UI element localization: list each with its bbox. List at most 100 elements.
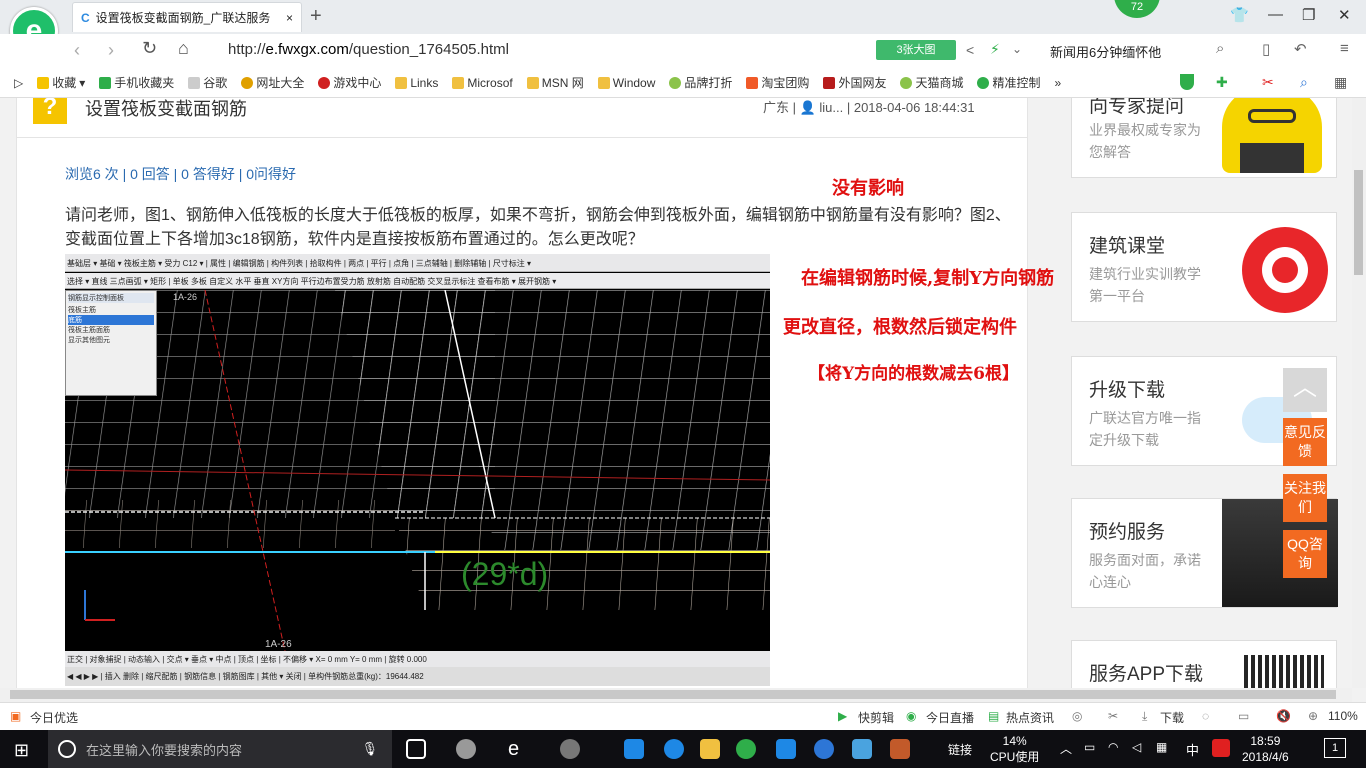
bookmark-item[interactable]: 外国网友 — [823, 74, 886, 91]
ie-icon[interactable]: e — [508, 739, 528, 759]
live-icon: ◉ — [906, 709, 917, 723]
status-item[interactable]: 下载 — [1160, 709, 1184, 726]
back-to-top-button[interactable]: ︿ — [1283, 368, 1327, 412]
bookmark-item[interactable]: 网址大全 — [241, 74, 304, 91]
embedded-display-panel: 钢筋显示控制面板 筏板主筋 底筋 筏板主筋面筋 显示其他图元 — [65, 290, 157, 396]
pdf-app-icon[interactable] — [890, 739, 910, 759]
follow-us-button[interactable]: 关注我们 — [1283, 474, 1327, 522]
task-view-icon[interactable] — [406, 739, 426, 759]
action-center-icon[interactable]: 1 — [1324, 738, 1346, 758]
page-viewport: ? 设置筏板变截面钢筋 广东 | 👤 liu... | 2018-04-06 1… — [0, 98, 1352, 688]
bookmark-item[interactable]: 谷歌 — [188, 74, 227, 91]
answer-line-3: 更改直径，根数然后锁定构件 — [783, 317, 1017, 338]
today-picks-link[interactable]: 今日优选 — [30, 709, 78, 726]
360-browser-icon[interactable] — [736, 739, 756, 759]
shield-icon[interactable] — [1180, 74, 1194, 90]
search-icon[interactable]: ⌕ — [1300, 74, 1308, 91]
bookmarks-more[interactable]: » — [1054, 76, 1061, 90]
bookmark-item[interactable]: MSN 网 — [526, 74, 584, 91]
windows-taskbar: ⊞ 在这里输入你要搜索的内容 🎙 e 链接 14% CPU使用 ︿ ▭ ◠ ◁ … — [0, 730, 1366, 768]
fan-app-icon[interactable] — [456, 739, 476, 759]
system-clock[interactable]: 18:59 2018/4/6 — [1242, 733, 1289, 765]
keyboard-icon[interactable]: ▦ — [1156, 740, 1167, 754]
microphone-icon[interactable]: 🎙 — [361, 741, 378, 757]
clip-icon: ▶ — [838, 709, 848, 723]
skin-icon[interactable]: 👕 — [1230, 6, 1249, 24]
restore-icon[interactable]: ❐ — [1302, 6, 1315, 24]
bookmark-label: 精准控制 — [992, 76, 1041, 90]
tray-expand-icon[interactable]: ︿ — [1060, 740, 1072, 757]
links-toolbar[interactable]: 链接 — [948, 741, 972, 758]
vertical-scroll-thumb[interactable] — [1354, 170, 1363, 275]
tools-icon[interactable]: ✂ — [1108, 709, 1118, 723]
back-icon[interactable]: ‹ — [74, 40, 80, 61]
settings-icon[interactable]: ◌ — [1202, 709, 1209, 723]
home-icon[interactable]: ⌂ — [178, 38, 189, 59]
file-explorer-icon[interactable] — [700, 739, 720, 759]
bookmark-item[interactable]: Window — [597, 76, 655, 90]
desktop-app-icon[interactable] — [852, 739, 872, 759]
sidebar-card-classroom[interactable]: 建筑课堂 建筑行业实训教学第一平台 — [1071, 212, 1337, 322]
lightning-icon[interactable]: ⚡ — [990, 41, 1000, 58]
window-icon[interactable]: ▭ — [1238, 709, 1249, 723]
address-bar[interactable]: http://e.fwxgx.com/question_1764505.html — [228, 41, 509, 58]
share-icon[interactable]: < — [966, 42, 974, 58]
battery-icon[interactable]: ▭ — [1084, 740, 1095, 754]
bookmark-item[interactable]: 精准控制 — [977, 74, 1040, 91]
windows-start-icon[interactable]: ⊞ — [14, 740, 29, 761]
mobile-icon[interactable]: ▯ — [1262, 40, 1270, 58]
big-picture-button[interactable]: 3张大图 — [876, 40, 956, 60]
remote-app-icon[interactable] — [776, 739, 796, 759]
glodon-app-icon[interactable] — [814, 739, 834, 759]
url-path: /question_1764505.html — [348, 41, 510, 58]
status-item[interactable]: 快剪辑 — [858, 709, 894, 726]
mute-icon[interactable]: 🔇 — [1276, 709, 1291, 723]
feedback-button[interactable]: 意见反馈 — [1283, 418, 1327, 466]
bookmark-item[interactable]: 淘宝团购 — [746, 74, 809, 91]
sidebar-card-app[interactable]: 服务APP下载 — [1071, 640, 1337, 688]
news-ticker[interactable]: 新闻用6分钟缅怀他 — [1050, 42, 1161, 61]
ime-indicator[interactable]: 中 — [1186, 740, 1199, 759]
apps-icon[interactable]: ▦ — [1334, 74, 1347, 91]
app-icon[interactable] — [560, 739, 580, 759]
bookmark-item[interactable]: 品牌打折 — [669, 74, 732, 91]
status-item[interactable]: 今日直播 — [926, 709, 974, 726]
forward-icon[interactable]: › — [108, 40, 114, 61]
scissors-icon[interactable]: ✂ — [1262, 74, 1274, 91]
qq-consult-button[interactable]: QQ咨询 — [1283, 530, 1327, 578]
menu-icon[interactable]: ≡ — [1340, 40, 1349, 57]
question-title: 设置筏板变截面钢筋 — [85, 99, 247, 119]
sidebar-card-expert[interactable]: 向专家提问 业界最权威专家为您解答 — [1071, 98, 1337, 178]
bookmark-item[interactable]: 手机收藏夹 — [99, 74, 174, 91]
wifi-icon[interactable]: ◠ — [1108, 740, 1118, 754]
volume-icon[interactable]: ◁ — [1132, 740, 1141, 754]
undo-icon[interactable]: ↶ — [1294, 40, 1307, 58]
question-stats[interactable]: 浏览6 次 | 0 回答 | 0 答得好 | 0问得好 — [65, 164, 296, 184]
plus-icon[interactable]: ✚ — [1216, 74, 1228, 91]
bookmark-item[interactable]: 游戏中心 — [318, 74, 381, 91]
bookmark-item[interactable]: Microsof — [452, 76, 513, 90]
edge-icon[interactable] — [624, 739, 644, 759]
bookmark-item[interactable]: 天猫商城 — [900, 74, 963, 91]
sogou-icon[interactable] — [1212, 739, 1230, 757]
panel-item-selected: 底筋 — [68, 315, 154, 325]
search-icon[interactable]: ⌕ — [1216, 40, 1224, 57]
new-tab-button[interactable]: + — [310, 5, 322, 28]
ie-browser-icon[interactable] — [664, 739, 684, 759]
zoom-level[interactable]: 110% — [1328, 709, 1358, 723]
refresh-icon[interactable]: ↻ — [142, 38, 157, 59]
card-subtitle: 服务面对面，承诺心连心 — [1089, 552, 1201, 590]
minimize-icon[interactable]: — — [1268, 6, 1283, 23]
taskbar-search[interactable]: 在这里输入你要搜索的内容 🎙 — [48, 730, 392, 768]
horizontal-scroll-thumb[interactable] — [10, 690, 1336, 699]
browser-tab-active[interactable]: C 设置筏板变截面钢筋_广联达服务 × — [72, 2, 302, 32]
bookmark-item[interactable]: 收藏 ▾ — [37, 74, 85, 91]
speed-icon[interactable]: ◎ — [1072, 709, 1082, 723]
game-icon — [318, 76, 331, 89]
close-window-icon[interactable]: ✕ — [1338, 6, 1351, 24]
status-item[interactable]: 热点资讯 — [1006, 709, 1054, 726]
chevron-down-icon[interactable]: ⌄ — [1012, 42, 1022, 56]
sidebar-toggle-icon[interactable]: ▷ — [14, 76, 23, 90]
tab-close-icon[interactable]: × — [286, 11, 293, 25]
bookmark-item[interactable]: Links — [395, 76, 438, 90]
